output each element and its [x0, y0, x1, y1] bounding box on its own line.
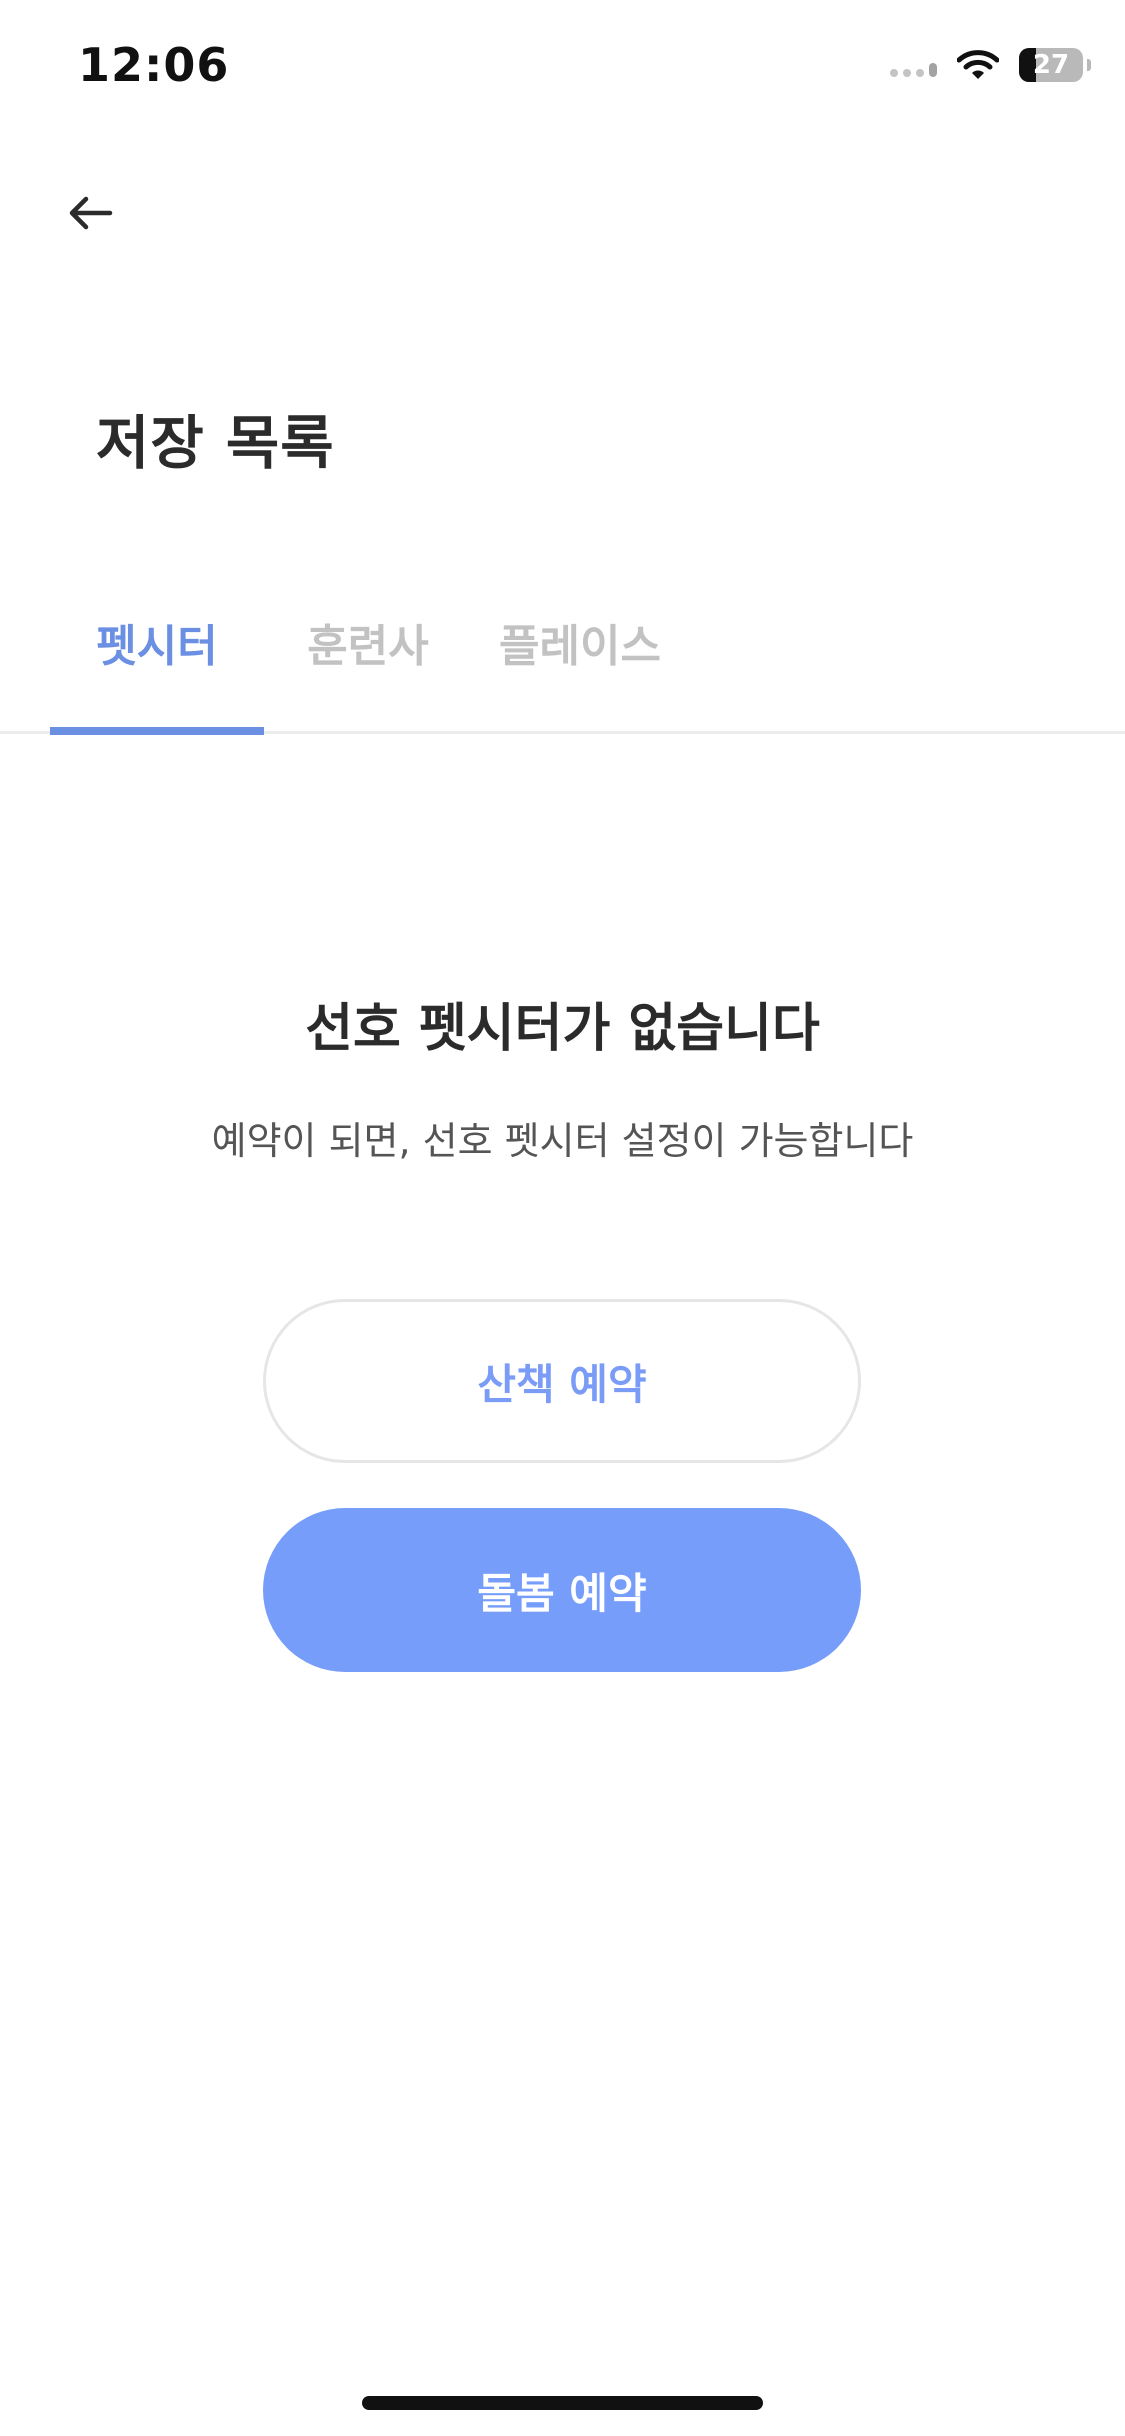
- tab-place[interactable]: 플레이스: [490, 600, 670, 734]
- arrow-left-icon: [69, 196, 113, 230]
- status-icons: 27: [890, 48, 1091, 82]
- care-booking-button[interactable]: 돌봄 예약: [263, 1508, 861, 1672]
- active-tab-indicator: [50, 727, 264, 735]
- back-button[interactable]: [50, 178, 130, 248]
- tab-trainer[interactable]: 훈련사: [296, 600, 440, 734]
- wifi-icon: [957, 50, 999, 79]
- battery-level: 27: [1032, 50, 1070, 80]
- page-title: 저장 목록: [96, 409, 335, 477]
- empty-state-title: 선호 펫시터가 없습니다: [305, 999, 820, 1059]
- walk-booking-button[interactable]: 산책 예약: [263, 1299, 861, 1463]
- cellular-signal-icon: [890, 53, 937, 77]
- battery-icon: 27: [1019, 48, 1091, 82]
- status-time: 12:06: [78, 38, 230, 92]
- home-indicator[interactable]: [362, 2396, 763, 2410]
- status-bar: 12:06 27: [0, 0, 1125, 140]
- tab-bar: 펫시터 훈련사 플레이스: [0, 600, 1125, 734]
- tab-petsitter[interactable]: 펫시터: [50, 600, 264, 734]
- empty-state-subtitle: 예약이 되면, 선호 펫시터 설정이 가능합니다: [211, 1119, 914, 1163]
